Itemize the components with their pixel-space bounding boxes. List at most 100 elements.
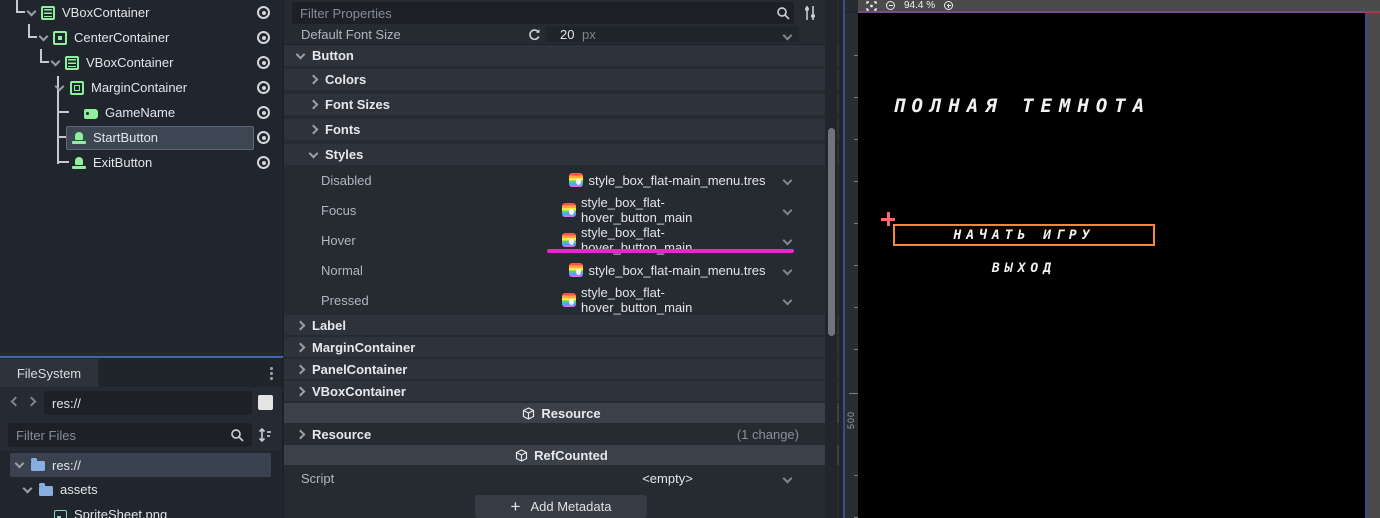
- section-margincontainer[interactable]: MarginContainer: [284, 337, 839, 357]
- collapse-arrow-icon[interactable]: [54, 81, 65, 91]
- section-label-type[interactable]: Label: [284, 315, 839, 335]
- scene-node-margincontainer[interactable]: MarginContainer: [0, 75, 281, 100]
- history-forward-icon[interactable]: [26, 396, 37, 407]
- zoom-out-icon[interactable]: [886, 1, 895, 10]
- visibility-eye-icon[interactable]: [257, 6, 270, 19]
- chevron-down-icon[interactable]: [782, 205, 793, 216]
- collapse-arrow-icon[interactable]: [26, 6, 37, 16]
- chevron-down-icon[interactable]: [782, 235, 793, 246]
- visibility-eye-icon[interactable]: [257, 156, 270, 169]
- game-title-text: ПОЛНАЯ ТЕМНОТА: [893, 95, 1152, 117]
- section-panelcontainer[interactable]: PanelContainer: [284, 359, 839, 379]
- scene-node-label: VBoxContainer: [62, 5, 150, 20]
- tree-branch-icon: [16, 0, 25, 13]
- visibility-eye-icon[interactable]: [257, 131, 270, 144]
- section-vboxcontainer[interactable]: VBoxContainer: [284, 381, 839, 401]
- chevron-down-icon: [308, 148, 319, 158]
- file-row-res[interactable]: res://: [10, 453, 271, 477]
- scene-node-exitbutton[interactable]: ExitButton: [0, 150, 281, 175]
- section-label: Label: [312, 317, 346, 333]
- zoom-in-icon[interactable]: [944, 1, 954, 10]
- center-view-icon[interactable]: [866, 0, 877, 11]
- plus-icon: +: [510, 497, 521, 516]
- vbox-container-icon: [41, 5, 55, 20]
- section-resource[interactable]: Resource (1 change): [284, 425, 839, 443]
- file-label: res://: [52, 457, 81, 473]
- resource-value[interactable]: style_box_flat-hover_button_main: [562, 195, 773, 225]
- resource-name: style_box_flat-main_menu.tres: [588, 172, 766, 188]
- button-icon: [72, 131, 86, 145]
- game-canvas[interactable]: ПОЛНАЯ ТЕМНОТА НАЧАТЬ ИГРУ ВЫХОД: [858, 13, 1365, 518]
- scene-node-label: MarginContainer: [91, 80, 188, 95]
- section-colors[interactable]: Colors: [284, 69, 839, 90]
- section-fonts[interactable]: Fonts: [284, 119, 839, 140]
- property-unit: px: [582, 27, 596, 42]
- chevron-down-icon[interactable]: [782, 473, 793, 484]
- scene-dock: VBoxContainer CenterContainer VBoxContai…: [0, 0, 283, 356]
- scene-node-gamename[interactable]: GameName: [0, 100, 281, 125]
- visibility-eye-icon[interactable]: [257, 31, 270, 44]
- script-value[interactable]: <empty>: [562, 471, 773, 486]
- add-metadata-button[interactable]: + Add Metadata: [475, 495, 647, 518]
- scene-node-label: GameName: [105, 105, 176, 120]
- category-resource[interactable]: Resource: [284, 403, 839, 423]
- viewport-toolbar: 94.4 %: [858, 0, 1380, 11]
- filesystem-dock: FileSystem res:// Filter Files res:// as…: [0, 358, 283, 518]
- scene-node-vboxcontainer-root[interactable]: VBoxContainer: [0, 0, 281, 25]
- section-label: Resource: [312, 426, 372, 442]
- collapse-arrow-icon[interactable]: [22, 483, 33, 493]
- section-font-sizes[interactable]: Font Sizes: [284, 94, 839, 115]
- scene-node-vboxcontainer-inner[interactable]: VBoxContainer: [0, 48, 281, 75]
- resource-value[interactable]: style_box_flat-hover_button_main: [562, 285, 773, 315]
- visibility-eye-icon[interactable]: [257, 106, 270, 119]
- filter-files-input[interactable]: [8, 423, 252, 447]
- tree-branch-icon: [28, 23, 37, 38]
- category-label: RefCounted: [534, 447, 608, 463]
- section-label: MarginContainer: [312, 339, 416, 355]
- path-input[interactable]: [44, 391, 252, 415]
- zoom-level[interactable]: 94.4 %: [904, 0, 935, 11]
- tab-filesystem[interactable]: FileSystem: [0, 359, 98, 387]
- visibility-eye-icon[interactable]: [257, 56, 270, 69]
- center-container-icon: [53, 30, 67, 45]
- folder-icon: [39, 482, 53, 496]
- sort-files-icon[interactable]: [257, 427, 273, 443]
- object-cube-icon: [523, 406, 535, 420]
- filter-properties-input[interactable]: [292, 2, 794, 24]
- section-styles[interactable]: Styles: [284, 144, 839, 165]
- viewport-2d: 94.4 % 500 ПОЛНАЯ ТЕМНОТА НАЧАТЬ ИГРУ ВЫ…: [845, 0, 1380, 518]
- section-button[interactable]: Button: [284, 45, 839, 66]
- section-label: Colors: [325, 72, 367, 87]
- inspector-options-icon[interactable]: [802, 5, 818, 21]
- chevron-down-icon[interactable]: [782, 295, 793, 306]
- file-row-assets[interactable]: assets: [0, 477, 281, 502]
- property-label: Normal: [321, 262, 363, 278]
- history-back-icon[interactable]: [10, 396, 21, 407]
- dock-menu-icon[interactable]: [270, 365, 274, 382]
- scene-node-centercontainer[interactable]: CenterContainer: [0, 23, 281, 50]
- file-row-spritesheet[interactable]: SpriteSheet.png: [0, 502, 281, 518]
- inspector-panel: Default Font Size 20 px Button Colors Fo…: [284, 0, 839, 518]
- visibility-eye-icon[interactable]: [257, 81, 270, 94]
- start-button-selection-rect[interactable]: НАЧАТЬ ИГРУ: [893, 224, 1155, 246]
- collapse-arrow-icon[interactable]: [38, 31, 49, 41]
- revert-icon[interactable]: [527, 28, 541, 42]
- property-label: Pressed: [321, 292, 369, 308]
- property-value[interactable]: 20: [560, 27, 574, 42]
- category-refcounted[interactable]: RefCounted: [284, 445, 839, 465]
- chevron-right-icon: [295, 386, 306, 396]
- collapse-arrow-icon[interactable]: [14, 458, 25, 469]
- scrollbar-thumb[interactable]: [827, 128, 835, 336]
- exit-button-text[interactable]: ВЫХОД: [893, 261, 1155, 276]
- chevron-down-icon[interactable]: [782, 265, 793, 276]
- collapse-arrow-icon[interactable]: [50, 56, 61, 66]
- section-label: Button: [312, 48, 354, 63]
- resource-value[interactable]: style_box_flat-main_menu.tres: [562, 173, 773, 188]
- section-label: VBoxContainer: [312, 383, 406, 399]
- display-mode-toggle-icon[interactable]: [258, 395, 273, 410]
- chevron-down-icon[interactable]: [782, 175, 793, 186]
- stylebox-resource-icon: [569, 173, 584, 187]
- scene-node-startbutton[interactable]: StartButton: [0, 125, 281, 150]
- inspector-scrollbar[interactable]: [825, 0, 837, 518]
- resource-value[interactable]: style_box_flat-main_menu.tres: [562, 263, 773, 278]
